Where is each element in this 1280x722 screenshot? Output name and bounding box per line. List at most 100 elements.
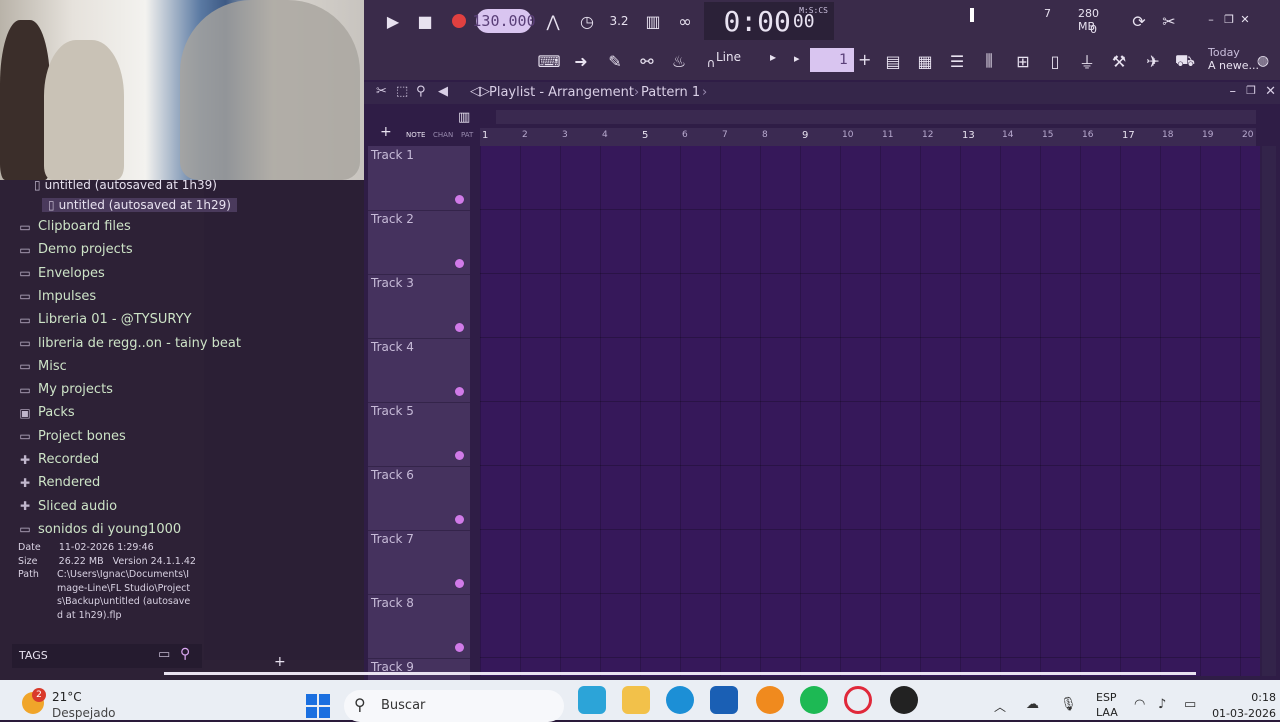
store-icon[interactable] bbox=[710, 686, 738, 714]
stop-icon[interactable]: ■ bbox=[412, 8, 438, 34]
browser-folder-item[interactable]: ▭ My projects bbox=[18, 382, 113, 397]
refresh-icon[interactable]: ⟳ bbox=[1126, 8, 1152, 34]
send-icon[interactable]: ✈ bbox=[1140, 48, 1166, 74]
browser-folder-item[interactable]: ▭ Misc bbox=[18, 359, 66, 374]
vertical-scrollbar[interactable] bbox=[1262, 146, 1276, 676]
piano-icon[interactable]: ▥ bbox=[458, 110, 470, 125]
tab-pat[interactable]: PAT bbox=[461, 131, 473, 139]
scissors-icon[interactable]: ✂ bbox=[1156, 8, 1182, 34]
browser-folder-item[interactable]: ▭ Envelopes bbox=[18, 266, 104, 281]
track-header[interactable]: Track 7 bbox=[368, 530, 470, 595]
stamp-icon[interactable]: ♨ bbox=[666, 48, 692, 74]
arrows-icon[interactable]: ◁▷ bbox=[470, 84, 490, 99]
browser-folder-item[interactable]: ▭ libreria de regg..on - tainy beat bbox=[18, 336, 241, 351]
track-mute-dot[interactable] bbox=[455, 387, 464, 396]
battery-icon[interactable]: ▭ bbox=[1184, 697, 1196, 712]
horizontal-scrollbar[interactable] bbox=[496, 110, 1256, 124]
step-edit-icon[interactable]: ▥ bbox=[640, 8, 666, 34]
playlist-icon[interactable]: ▤ bbox=[880, 48, 906, 74]
search-icon[interactable]: ⚲ bbox=[180, 646, 190, 662]
browser-folder-item[interactable]: ✚ Sliced audio bbox=[18, 499, 117, 514]
track-header[interactable]: Track 8 bbox=[368, 594, 470, 659]
track-mute-dot[interactable] bbox=[455, 195, 464, 204]
minimize-icon[interactable]: – bbox=[1230, 84, 1237, 99]
tab-chan[interactable]: CHAN bbox=[433, 131, 453, 139]
playlist-grid[interactable] bbox=[480, 146, 1260, 676]
track-mute-dot[interactable] bbox=[455, 323, 464, 332]
arrow-right-icon[interactable]: ➜ bbox=[568, 48, 594, 74]
piano-roll-icon[interactable]: ▦ bbox=[912, 48, 938, 74]
link-icon[interactable]: ⚯ bbox=[634, 48, 660, 74]
browser-folder-item[interactable]: ▭ Impulses bbox=[18, 289, 96, 304]
file-item[interactable]: ▯ untitled (autosaved at 1h39) bbox=[34, 178, 217, 192]
track-header[interactable]: Track 1 bbox=[368, 146, 470, 211]
copilot-app-icon[interactable] bbox=[578, 686, 606, 714]
spotify-icon[interactable] bbox=[800, 686, 828, 714]
record-button[interactable] bbox=[446, 8, 472, 34]
search-box[interactable]: ⚲ Buscar bbox=[344, 690, 564, 722]
add-icon[interactable]: + bbox=[274, 654, 286, 670]
browser-folder-item[interactable]: ▣ Packs bbox=[18, 405, 74, 420]
restore-icon[interactable]: ❐ bbox=[1246, 84, 1256, 97]
zoom-icon[interactable]: ⚲ bbox=[416, 84, 426, 99]
pencil-icon[interactable]: ✎ bbox=[602, 48, 628, 74]
typing-keyboard-icon[interactable]: ⌨ bbox=[536, 48, 562, 74]
select-icon[interactable]: ⬚ bbox=[396, 84, 408, 99]
clock-time[interactable]: 0:18 bbox=[1218, 691, 1276, 704]
metronome-icon[interactable]: ⋀ bbox=[540, 8, 566, 34]
tools-icon[interactable]: ⚒ bbox=[1106, 48, 1132, 74]
tab-note[interactable]: NOTE bbox=[406, 131, 425, 139]
track-header[interactable]: Track 6 bbox=[368, 466, 470, 531]
opera-icon[interactable] bbox=[844, 686, 872, 714]
cloud-icon[interactable]: ☁ bbox=[1026, 697, 1039, 712]
browser-folder-item[interactable]: ▭ Libreria 01 - @TYSURYY bbox=[18, 312, 191, 327]
track-mute-dot[interactable] bbox=[455, 259, 464, 268]
track-mute-dot[interactable] bbox=[455, 579, 464, 588]
file-icon[interactable]: ▯ bbox=[1042, 48, 1068, 74]
countdown-icon[interactable]: 3.2 bbox=[606, 8, 632, 34]
browser-folder-item[interactable]: ✚ Rendered bbox=[18, 475, 100, 490]
track-mute-dot[interactable] bbox=[455, 451, 464, 460]
wait-icon[interactable]: ◷ bbox=[574, 8, 600, 34]
tempo-display[interactable]: 130.000 bbox=[472, 9, 536, 33]
windows-start-icon[interactable] bbox=[306, 694, 330, 718]
add-pattern-icon[interactable]: + bbox=[858, 50, 871, 69]
track-mute-dot[interactable] bbox=[455, 515, 464, 524]
fl-studio-icon[interactable] bbox=[756, 686, 784, 714]
temperature[interactable]: 21°C bbox=[52, 690, 82, 704]
track-header[interactable]: Track 5 bbox=[368, 402, 470, 467]
speaker-icon[interactable]: ◀ bbox=[438, 84, 448, 99]
browser-icon[interactable]: ⊞ bbox=[1010, 48, 1036, 74]
browser-folder-item[interactable]: ✚ Recorded bbox=[18, 452, 99, 467]
volume-icon[interactable]: ♪ bbox=[1158, 697, 1166, 712]
track-header[interactable]: Track 3 bbox=[368, 274, 470, 339]
loop-record-icon[interactable]: ∞ bbox=[672, 8, 698, 34]
file-item-selected[interactable]: ▯ untitled (autosaved at 1h29) bbox=[42, 198, 237, 212]
wifi-icon[interactable]: ◠ bbox=[1134, 697, 1145, 712]
chevron-up-icon[interactable]: ︿ bbox=[994, 698, 1006, 715]
mixer-icon[interactable]: ⫼ bbox=[976, 48, 1002, 74]
pattern-selector[interactable]: 1 bbox=[810, 48, 854, 72]
browser-folder-item[interactable]: ▭ Demo projects bbox=[18, 242, 132, 257]
close-icon[interactable]: ✕ bbox=[1232, 6, 1258, 32]
play-icon[interactable]: ▶ bbox=[380, 8, 406, 34]
track-header[interactable]: Track 2 bbox=[368, 210, 470, 275]
language-code[interactable]: ESP bbox=[1096, 691, 1117, 704]
browser-folder-item[interactable]: ▭ sonidos di young1000 bbox=[18, 522, 181, 537]
cart-icon[interactable]: ⛟ bbox=[1172, 48, 1198, 74]
browser-folder-item[interactable]: ▭ Clipboard files bbox=[18, 219, 130, 234]
channel-rack-icon[interactable]: ☰ bbox=[944, 48, 970, 74]
folder-icon[interactable]: ▭ bbox=[158, 647, 170, 662]
track-header[interactable]: Track 9 bbox=[368, 658, 470, 681]
add-track-icon[interactable]: + bbox=[380, 124, 392, 140]
microphone-icon[interactable]: 🎙 bbox=[1060, 697, 1077, 712]
pattern-name[interactable]: Pattern 1 bbox=[641, 85, 700, 100]
browser-folder-item[interactable]: ▭ Project bones bbox=[18, 429, 126, 444]
tools-icon[interactable]: ✂ bbox=[376, 84, 387, 99]
track-mute-dot[interactable] bbox=[455, 643, 464, 652]
timeline-ruler[interactable]: 1 2 3 4 5 6 7 8 9 10 11 12 13 14 15 16 17 18 19 20 bbox=[480, 128, 1256, 146]
plugin-icon[interactable]: ⏚ bbox=[1074, 48, 1100, 74]
tags-bar[interactable]: TAGS ▭ ⚲ bbox=[12, 644, 202, 668]
track-header[interactable]: Track 4 bbox=[368, 338, 470, 403]
close-icon[interactable]: ✕ bbox=[1265, 84, 1276, 99]
